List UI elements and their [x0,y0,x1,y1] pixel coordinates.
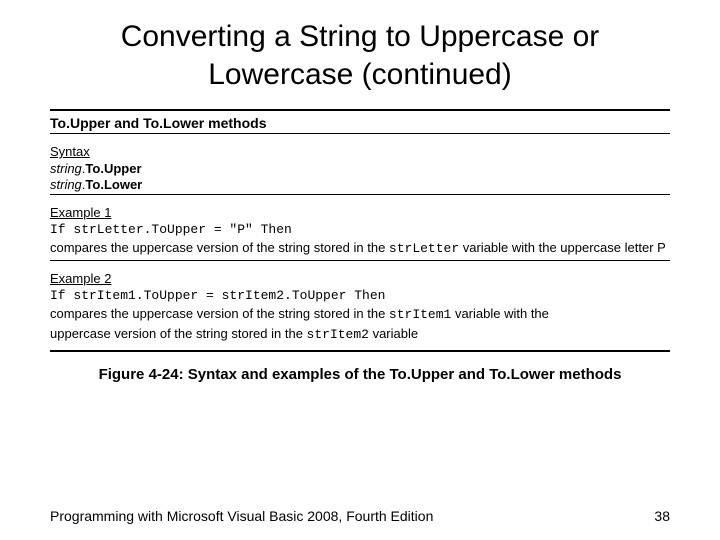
divider-top-thick [50,109,670,111]
example2-desc-line2: uppercase version of the string stored i… [50,325,670,344]
example2-desc-line1: compares the uppercase version of the st… [50,305,670,324]
slide-title: Converting a String to Uppercase or Lowe… [0,0,720,99]
example2-code: If strItem1.ToUpper = strItem2.ToUpper T… [50,288,670,303]
title-line-1: Converting a String to Uppercase or [121,20,600,53]
example1-desc: compares the uppercase version of the st… [50,239,670,258]
footer-left: Programming with Microsoft Visual Basic … [50,508,433,524]
title-line-2: Lowercase (continued) [208,58,512,91]
section-heading: To.Upper and To.Lower methods [50,115,670,131]
ex2-desc2-post: variable [369,326,418,341]
example1-label: Example 1 [50,205,670,220]
divider-thin-2 [50,194,670,195]
ex1-desc-var: strLetter [389,241,459,256]
syntax-object-1: string [50,161,82,176]
footer: Programming with Microsoft Visual Basic … [50,508,670,524]
syntax-method-2: To.Lower [85,177,142,192]
ex2-desc1-pre: compares the uppercase version of the st… [50,306,389,321]
content-box: To.Upper and To.Lower methods Syntax str… [0,99,720,352]
divider-bottom-thick [50,350,670,352]
syntax-label: Syntax [50,144,670,159]
ex2-desc1-post: variable with the [451,306,549,321]
syntax-line-2: string.To.Lower [50,177,670,192]
slide: Converting a String to Uppercase or Lowe… [0,0,720,540]
ex2-desc1-var: strItem1 [389,307,451,322]
example2-label: Example 2 [50,271,670,286]
ex2-desc2-pre: uppercase version of the string stored i… [50,326,307,341]
ex1-desc-post: variable with the uppercase letter P [459,240,666,255]
example1-code: If strLetter.ToUpper = "P" Then [50,222,670,237]
ex2-desc2-var: strItem2 [307,327,369,342]
syntax-line-1: string.To.Upper [50,161,670,176]
page-number: 38 [654,508,670,524]
ex1-desc-pre: compares the uppercase version of the st… [50,240,389,255]
divider-thin-3 [50,260,670,261]
syntax-method-1: To.Upper [85,161,141,176]
divider-thin-1 [50,133,670,134]
syntax-object-2: string [50,177,82,192]
figure-caption: Figure 4-24: Syntax and examples of the … [0,366,720,383]
